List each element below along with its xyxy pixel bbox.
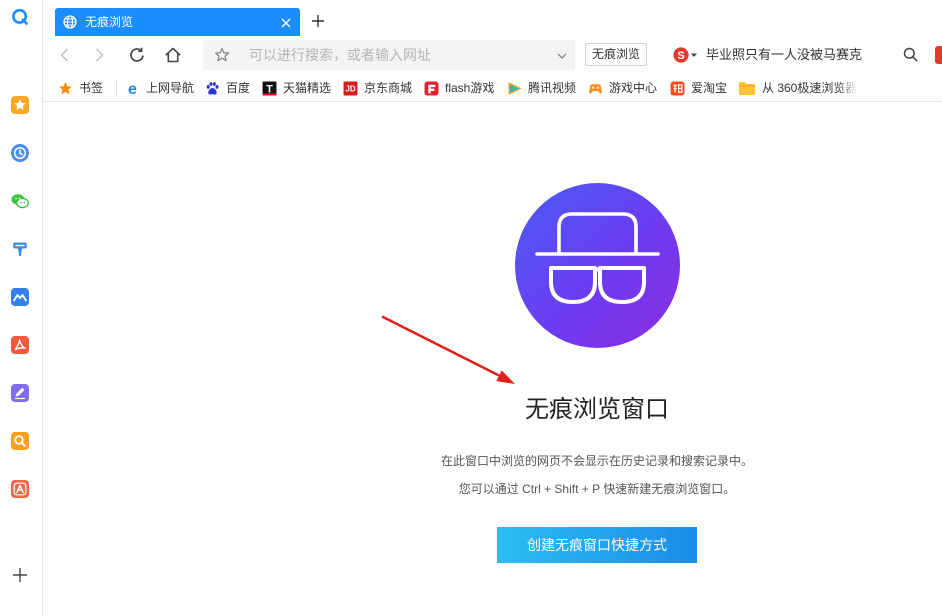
- incognito-mode-button[interactable]: 无痕浏览: [585, 43, 647, 66]
- bookmarks-folder[interactable]: 书签: [58, 80, 103, 96]
- description-line: 在此窗口中浏览的网页不会显示在历史记录和搜索记录中。: [440, 454, 753, 468]
- star-icon: [58, 81, 73, 96]
- ie-icon: e: [125, 81, 140, 96]
- browser-logo-icon[interactable]: [11, 8, 29, 26]
- bookmark-item[interactable]: T 天猫精选: [262, 80, 331, 96]
- extension-icon[interactable]: [935, 46, 942, 64]
- address-input[interactable]: [249, 40, 544, 70]
- bookmark-label: 百度: [226, 81, 251, 95]
- page-title: 无痕浏览窗口: [525, 396, 669, 423]
- bookmark-label: 游戏中心: [609, 81, 658, 95]
- hot-search-query[interactable]: 毕业照只有一人没被马赛克: [706, 47, 862, 63]
- bookmark-item[interactable]: 腾讯视频: [507, 80, 576, 96]
- bookmark-label: 腾讯视频: [528, 81, 577, 95]
- reload-icon[interactable]: [128, 46, 146, 64]
- app-a-icon[interactable]: [11, 480, 29, 498]
- chevron-down-icon[interactable]: [556, 49, 568, 61]
- svg-text:e: e: [128, 81, 137, 96]
- bookmark-label: 上网导航: [146, 81, 195, 95]
- tab-label: 无痕浏览: [85, 15, 134, 29]
- annotation-arrow: [381, 315, 515, 384]
- bookmark-label: 京东商城: [364, 81, 413, 95]
- bookmark-item[interactable]: 游戏中心: [588, 80, 657, 96]
- game-center-icon: [588, 81, 603, 96]
- toolbar: 无痕浏览 S 毕业照只有一人没被马赛克: [43, 37, 942, 73]
- notes-pen-icon[interactable]: [11, 384, 29, 402]
- close-icon[interactable]: [280, 16, 292, 28]
- bookmark-separator: [116, 81, 117, 95]
- bookmark-item[interactable]: 百度: [205, 80, 250, 96]
- create-shortcut-button[interactable]: 创建无痕窗口快捷方式: [497, 527, 697, 563]
- bookmark-item[interactable]: flash游戏: [424, 80, 494, 96]
- chevron-left-icon[interactable]: [56, 46, 74, 64]
- incognito-hat-glasses-icon: [515, 183, 680, 348]
- wechat-icon[interactable]: [11, 192, 29, 210]
- bookmark-item[interactable]: 从 360极速浏览器: [738, 80, 857, 96]
- bookmark-label: 爱淘宝: [691, 81, 728, 95]
- address-bar[interactable]: [203, 40, 575, 70]
- bookmark-label: 天猫精选: [283, 81, 332, 95]
- tmall-icon: T: [262, 81, 277, 96]
- svg-text:S: S: [677, 50, 684, 62]
- search-tool-icon[interactable]: [11, 432, 29, 450]
- search-engine-icon[interactable]: S: [673, 46, 699, 64]
- plus-icon[interactable]: [11, 566, 29, 584]
- folder-icon: [738, 81, 756, 96]
- new-tab-plus-icon[interactable]: [311, 14, 325, 28]
- flash-game-icon: [424, 81, 439, 96]
- chevron-right-icon[interactable]: [90, 46, 108, 64]
- svg-text:JD: JD: [345, 84, 355, 93]
- favorites-star-icon[interactable]: [11, 96, 29, 114]
- tencent-video-icon: [507, 81, 522, 96]
- jd-icon: JD: [343, 81, 358, 96]
- taobao-icon: [670, 81, 685, 96]
- bookmark-item[interactable]: e 上网导航: [125, 80, 194, 96]
- bookmark-label: 从 360极速浏览器: [762, 81, 858, 95]
- home-icon[interactable]: [164, 46, 182, 64]
- bookmark-item[interactable]: 爱淘宝: [670, 80, 727, 96]
- tab-incognito[interactable]: 无痕浏览: [55, 8, 300, 36]
- bookmark-label: flash游戏: [445, 81, 495, 95]
- sidebar: [0, 0, 43, 616]
- history-clock-icon[interactable]: [11, 144, 29, 162]
- bookmarks-bar: 书签 e 上网导航 百度 T 天猫精选 JD 京东商城 flash游戏 腾讯视频…: [43, 73, 942, 102]
- globe-icon: [63, 15, 77, 29]
- pdf-icon[interactable]: [11, 336, 29, 354]
- tab-strip: 无痕浏览: [43, 0, 942, 37]
- bookmark-star-icon[interactable]: [214, 47, 230, 63]
- pin-icon[interactable]: [11, 240, 29, 258]
- bookmark-item[interactable]: JD 京东商城: [343, 80, 412, 96]
- search-icon[interactable]: [903, 47, 918, 62]
- description-line: 您可以通过 Ctrl + Shift + P 快速新建无痕浏览窗口。: [458, 482, 736, 496]
- cloud-drive-icon[interactable]: [11, 288, 29, 306]
- bookmark-label: 书签: [79, 81, 104, 95]
- svg-text:T: T: [266, 83, 273, 95]
- baidu-icon: [205, 81, 220, 96]
